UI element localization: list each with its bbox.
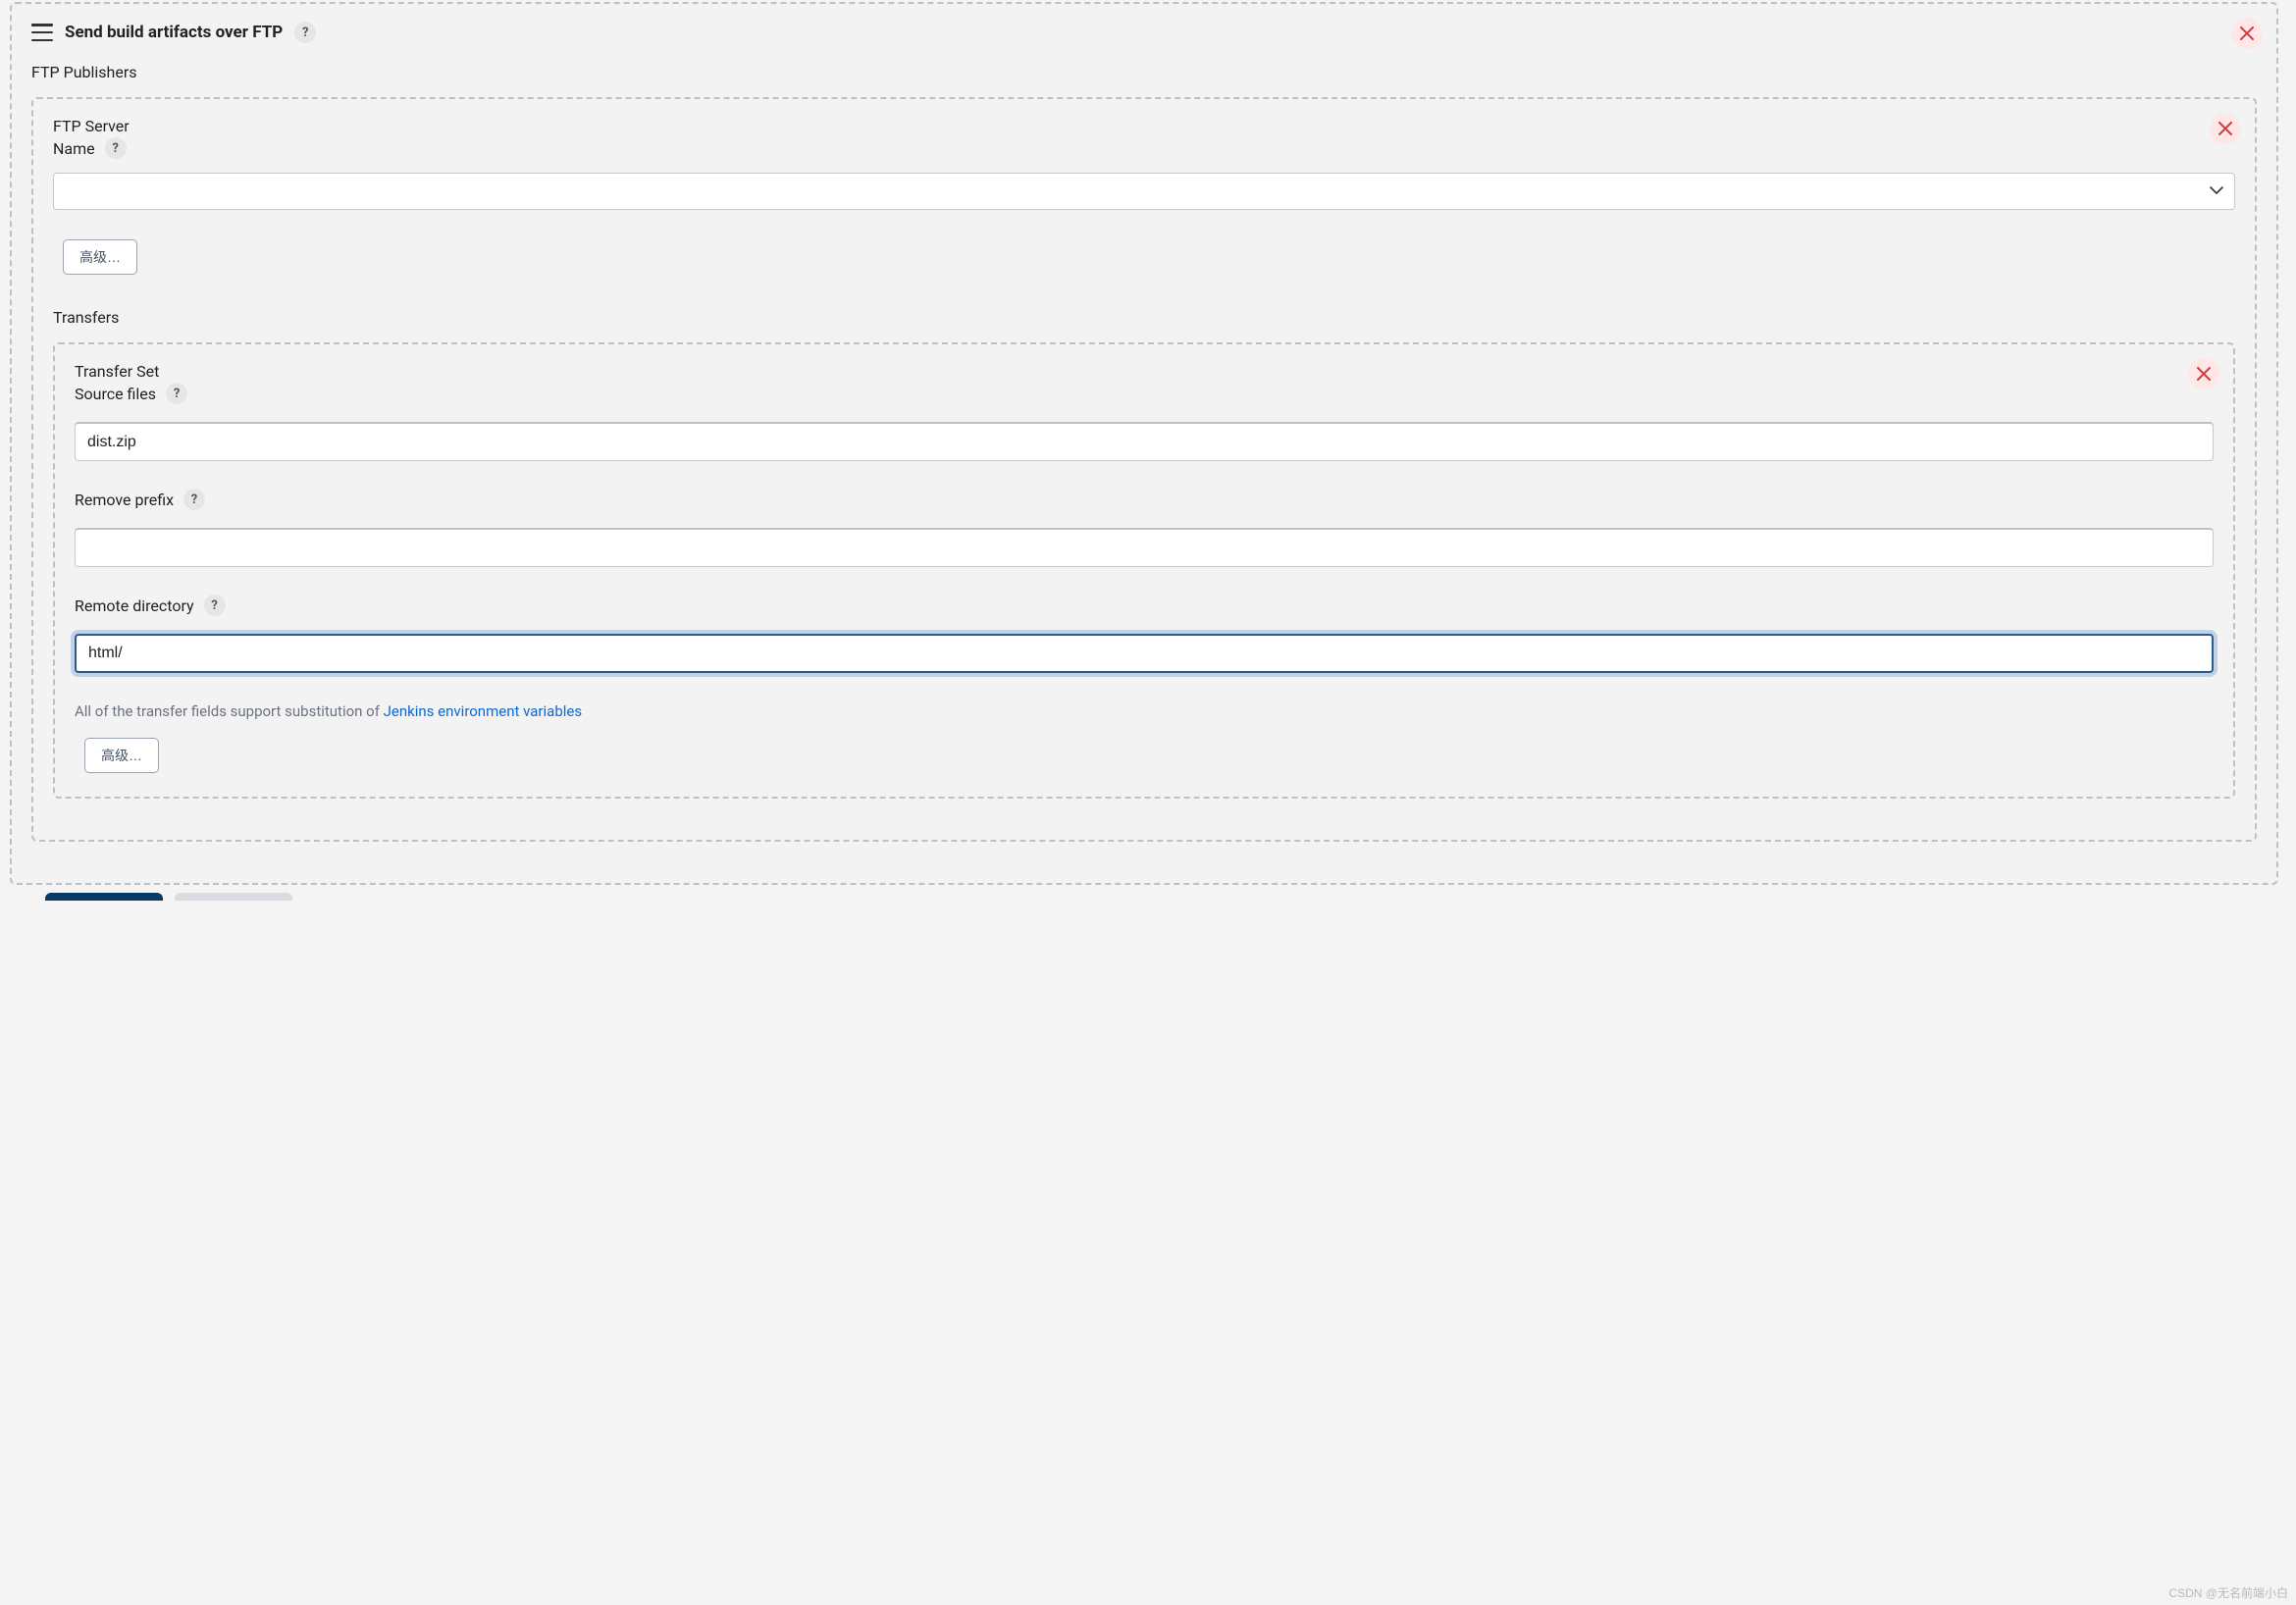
transfer-set-title: Transfer Set (75, 362, 2214, 381)
panel-header: Send build artifacts over FTP ? (31, 22, 2257, 43)
help-icon[interactable]: ? (105, 137, 127, 159)
remote-dir-block: Remote directory ? (75, 595, 2214, 700)
save-button-partial[interactable] (45, 893, 163, 901)
server-select-wrapper (53, 173, 2235, 210)
close-server-button[interactable] (2210, 113, 2241, 144)
source-files-label: Source files (75, 385, 156, 403)
remote-dir-input[interactable] (75, 634, 2214, 673)
remove-prefix-block: Remove prefix ? (75, 489, 2214, 595)
ftp-publish-panel: Send build artifacts over FTP ? FTP Publ… (10, 2, 2278, 885)
server-advanced-button[interactable]: 高级… (63, 239, 137, 275)
help-icon[interactable]: ? (183, 489, 205, 510)
close-icon (2240, 26, 2254, 40)
bottom-bar (45, 893, 2296, 901)
help-icon[interactable]: ? (294, 22, 316, 43)
panel-title: Send build artifacts over FTP (65, 23, 283, 42)
close-icon (2197, 367, 2211, 381)
source-files-block: Source files ? (75, 383, 2214, 489)
drag-handle-icon[interactable] (31, 24, 53, 41)
transfers-label: Transfers (53, 308, 2235, 327)
transfer-advanced-button[interactable]: 高级… (84, 738, 159, 773)
transfer-help-text: All of the transfer fields support subst… (75, 702, 2214, 720)
transfer-set-panel: Transfer Set Source files ? Remove prefi… (53, 342, 2235, 799)
close-icon (2218, 122, 2232, 135)
remove-prefix-row: Remove prefix ? (75, 489, 2214, 510)
transfers-section: Transfers Transfer Set Source files ? Re… (53, 308, 2235, 799)
server-name-select[interactable] (53, 173, 2235, 210)
watermark: CSDN @无名前端小白 (2168, 1584, 2288, 1601)
remote-dir-row: Remote directory ? (75, 595, 2214, 616)
help-icon[interactable]: ? (204, 595, 226, 616)
publishers-label: FTP Publishers (31, 63, 2257, 81)
remove-prefix-label: Remove prefix (75, 491, 174, 509)
remote-dir-label: Remote directory (75, 596, 194, 615)
ftp-server-title: FTP Server (53, 117, 2235, 135)
source-files-row: Source files ? (75, 383, 2214, 404)
remove-prefix-input[interactable] (75, 528, 2214, 567)
close-panel-button[interactable] (2231, 18, 2263, 49)
ftp-server-panel: FTP Server Name ? 高级… Transfers Transfer… (31, 97, 2257, 842)
source-files-input[interactable] (75, 422, 2214, 461)
name-label: Name (53, 139, 95, 158)
name-label-row: Name ? (53, 137, 2235, 159)
jenkins-env-vars-link[interactable]: Jenkins environment variables (384, 702, 582, 720)
help-text-prefix: All of the transfer fields support subst… (75, 702, 384, 720)
close-transfer-button[interactable] (2188, 358, 2219, 389)
apply-button-partial[interactable] (175, 893, 292, 901)
help-icon[interactable]: ? (166, 383, 187, 404)
